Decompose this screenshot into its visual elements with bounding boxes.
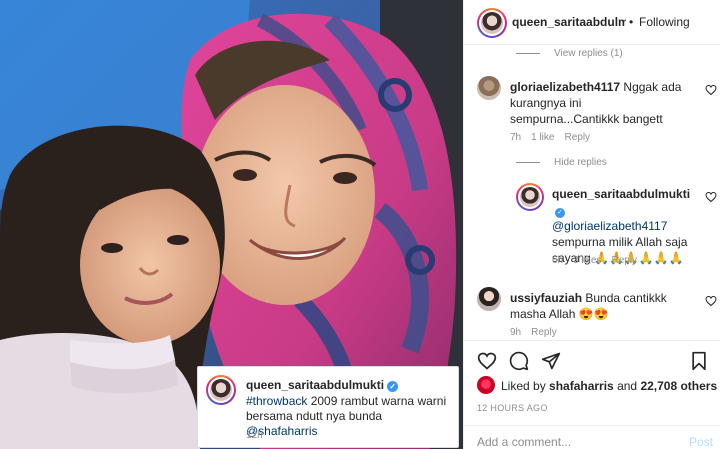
commenter-avatar[interactable] xyxy=(477,287,501,311)
reply-time: 6h xyxy=(552,255,564,266)
caption-avatar[interactable] xyxy=(206,375,236,405)
action-bar xyxy=(464,340,720,372)
comment-heart-icon[interactable] xyxy=(705,84,717,96)
comment-likes[interactable]: 1 like xyxy=(531,132,554,143)
likes-middle: and xyxy=(613,379,641,393)
liker-avatar[interactable] xyxy=(477,376,495,394)
caption-username[interactable]: queen_saritaabdulmukti xyxy=(246,378,384,392)
share-icon[interactable] xyxy=(541,351,561,371)
commenter-avatar[interactable] xyxy=(477,76,501,100)
post-sidebar: queen_saritaabdulmukti • Following View … xyxy=(463,0,720,449)
heart-icon[interactable] xyxy=(477,351,497,371)
reply-heart-icon[interactable] xyxy=(705,191,717,203)
comment-reply-button[interactable]: Reply xyxy=(564,132,590,143)
verified-badge-icon: ✓ xyxy=(387,381,399,392)
caption-overlay: queen_saritaabdulmukti ✓ #throwback 2009 … xyxy=(197,366,459,448)
likes-count[interactable]: 22,708 others xyxy=(640,379,717,393)
verified-badge-icon: ✓ xyxy=(555,208,565,218)
comment-username[interactable]: ussiyfauziah xyxy=(510,291,582,305)
header-username[interactable]: queen_saritaabdulmukti xyxy=(512,15,626,29)
comment-icon[interactable] xyxy=(509,351,529,371)
caption-text: #throwback 2009 rambut warna warni bersa… xyxy=(246,394,456,439)
reply-mention[interactable]: @gloriaelizabeth4117 xyxy=(552,219,667,233)
comment-heart-icon[interactable] xyxy=(705,295,717,307)
bookmark-icon[interactable] xyxy=(689,351,709,371)
post-photo[interactable]: queen_saritaabdulmukti ✓ #throwback 2009 … xyxy=(0,0,463,449)
comment-time: 9h xyxy=(510,327,522,338)
reply-queen: queen_saritaabdulmukti ✓ @gloriaelizabeth4… xyxy=(516,183,717,268)
comment-reply-button[interactable]: Reply xyxy=(531,327,557,338)
liker-username[interactable]: shafaharris xyxy=(549,379,614,393)
reply-avatar[interactable] xyxy=(516,183,544,211)
caption-hashtag[interactable]: #throwback xyxy=(246,394,307,408)
comment-ussiy: ussiyfauziah Bunda cantikkk masha Allah … xyxy=(477,287,717,339)
add-comment-bar: Add a comment... Post xyxy=(464,425,720,449)
post-date: 12 HOURS AGO xyxy=(477,403,548,413)
likes-prefix: Liked by xyxy=(501,379,550,393)
comment-gloria: gloriaelizabeth4117 Nggak ada kurangnya … xyxy=(477,76,717,146)
separator-dot: • xyxy=(629,15,634,29)
view-replies-top[interactable]: View replies (1) xyxy=(516,48,623,59)
reply-reply-button[interactable]: Reply xyxy=(611,255,637,266)
comment-time: 7h xyxy=(510,132,522,143)
header-avatar[interactable] xyxy=(477,8,507,38)
reply-likes[interactable]: 3 likes xyxy=(573,255,601,266)
post-header: queen_saritaabdulmukti • Following xyxy=(464,0,720,45)
comment-username[interactable]: gloriaelizabeth4117 xyxy=(510,80,620,94)
post-button[interactable]: Post xyxy=(689,435,713,449)
reply-username[interactable]: queen_saritaabdulmukti xyxy=(552,187,690,201)
caption-time: 12h xyxy=(246,430,263,441)
following-button[interactable]: Following xyxy=(639,15,690,29)
add-comment-input[interactable]: Add a comment... xyxy=(477,435,571,449)
hide-replies[interactable]: Hide replies xyxy=(516,157,607,168)
